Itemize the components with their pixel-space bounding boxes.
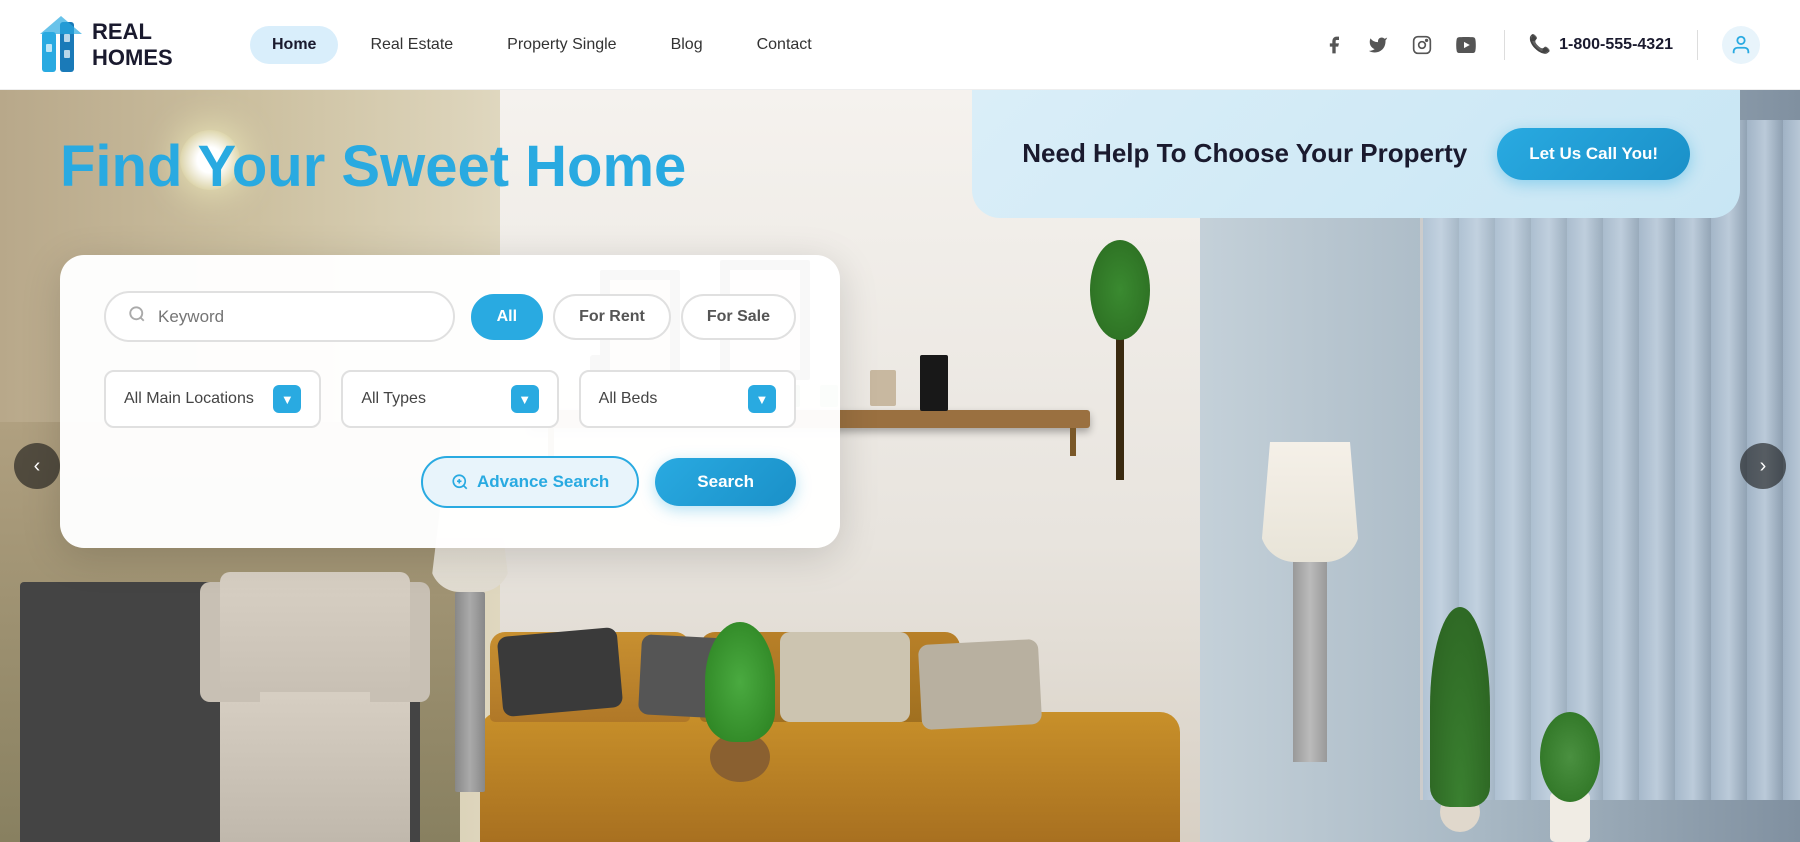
hero-section: Need Help To Choose Your Property Let Us… xyxy=(0,90,1800,842)
phone-area[interactable]: 📞 1-800-555-4321 xyxy=(1529,34,1673,55)
filter-buttons: All For Rent For Sale xyxy=(471,294,796,340)
search-action-row: Advance Search Search xyxy=(104,456,796,508)
keyword-input-wrap[interactable] xyxy=(104,291,455,342)
advance-search-label: Advance Search xyxy=(477,472,609,492)
chevron-left-icon: ‹ xyxy=(34,455,41,478)
phone-number: 1-800-555-4321 xyxy=(1559,36,1673,54)
beds-label: All Beds xyxy=(599,390,658,408)
filter-all-button[interactable]: All xyxy=(471,294,543,340)
twitter-icon[interactable] xyxy=(1364,31,1392,59)
header: REAL HOMES Home Real Estate Property Sin… xyxy=(0,0,1800,90)
locations-label: All Main Locations xyxy=(124,390,254,408)
chevron-right-icon: › xyxy=(1760,455,1767,478)
nav-real-estate[interactable]: Real Estate xyxy=(348,26,475,64)
search-button[interactable]: Search xyxy=(655,458,796,506)
advance-search-button[interactable]: Advance Search xyxy=(421,456,639,508)
help-text: Need Help To Choose Your Property xyxy=(1022,137,1467,171)
filter-rent-button[interactable]: For Rent xyxy=(553,294,671,340)
keyword-input[interactable] xyxy=(158,307,431,327)
locations-dropdown[interactable]: All Main Locations ▼ xyxy=(104,370,321,428)
nav-home[interactable]: Home xyxy=(250,26,338,64)
youtube-icon[interactable] xyxy=(1452,31,1480,59)
logo[interactable]: REAL HOMES xyxy=(40,14,220,76)
search-dropdowns-row: All Main Locations ▼ All Types ▼ All Bed… xyxy=(104,370,796,428)
help-banner: Need Help To Choose Your Property Let Us… xyxy=(972,90,1740,218)
logo-text: REAL HOMES xyxy=(92,19,173,70)
search-small-icon xyxy=(128,305,146,328)
carousel-next-button[interactable]: › xyxy=(1740,443,1786,489)
social-icons xyxy=(1320,31,1480,59)
hero-title: Find Your Sweet Home xyxy=(60,132,686,202)
nav-blog[interactable]: Blog xyxy=(649,26,725,64)
search-card: All For Rent For Sale All Main Locations… xyxy=(60,255,840,548)
phone-icon: 📞 xyxy=(1529,34,1551,55)
header-divider-2 xyxy=(1697,30,1698,60)
beds-arrow: ▼ xyxy=(748,385,776,413)
nav-property-single[interactable]: Property Single xyxy=(485,26,638,64)
main-nav: Home Real Estate Property Single Blog Co… xyxy=(250,26,834,64)
search-top-row: All For Rent For Sale xyxy=(104,291,796,342)
header-right: 📞 1-800-555-4321 xyxy=(1320,26,1760,64)
beds-dropdown[interactable]: All Beds ▼ xyxy=(579,370,796,428)
instagram-icon[interactable] xyxy=(1408,31,1436,59)
locations-arrow: ▼ xyxy=(273,385,301,413)
types-label: All Types xyxy=(361,390,426,408)
header-divider xyxy=(1504,30,1505,60)
user-account-button[interactable] xyxy=(1722,26,1760,64)
types-arrow: ▼ xyxy=(511,385,539,413)
carousel-prev-button[interactable]: ‹ xyxy=(14,443,60,489)
call-button[interactable]: Let Us Call You! xyxy=(1497,128,1690,180)
facebook-icon[interactable] xyxy=(1320,31,1348,59)
types-dropdown[interactable]: All Types ▼ xyxy=(341,370,558,428)
filter-sale-button[interactable]: For Sale xyxy=(681,294,796,340)
nav-contact[interactable]: Contact xyxy=(735,26,834,64)
logo-icon xyxy=(40,14,82,76)
